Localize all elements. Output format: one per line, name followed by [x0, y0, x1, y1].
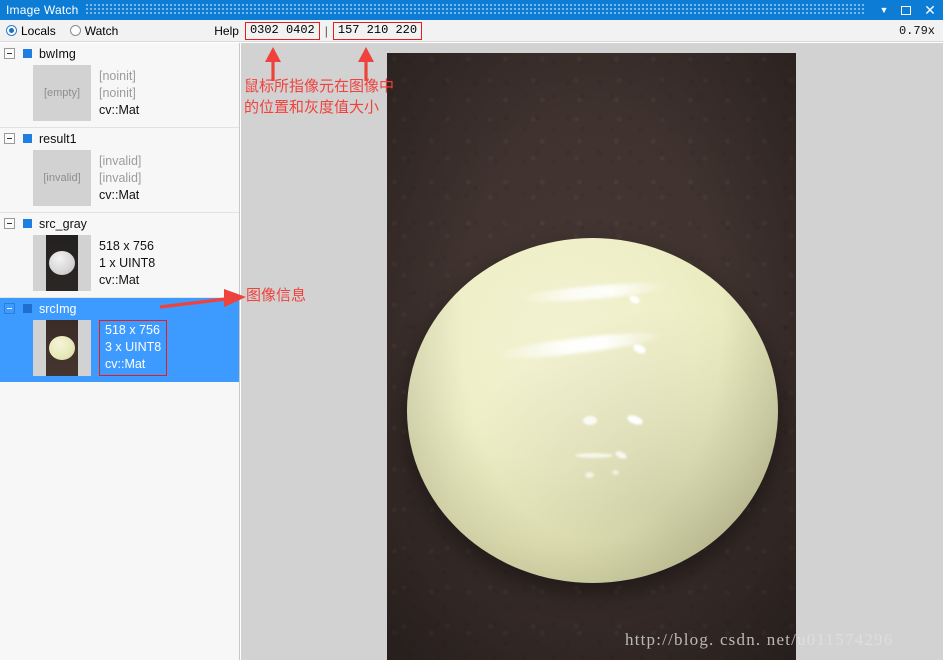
image-viewer[interactable]: http://blog. csdn. net/u011574296: [241, 43, 943, 660]
radio-locals-dot: [6, 25, 17, 36]
tree-node-bwimg[interactable]: bwImg [empty] [noinit] [noinit] cv::Mat: [0, 43, 239, 127]
collapse-icon[interactable]: [4, 218, 15, 229]
meta-line-2: 1 x UINT8: [99, 255, 156, 270]
tree-node-src-gray[interactable]: src_gray 518 x 756 1 x UINT8 cv::Mat: [0, 212, 239, 297]
zoom-level-label: 0.79x: [898, 23, 935, 38]
tree-node-header[interactable]: result1: [0, 128, 239, 149]
collapse-icon[interactable]: [4, 133, 15, 144]
variable-metadata: [noinit] [noinit] cv::Mat: [99, 65, 139, 121]
tree-node-body: 518 x 756 3 x UINT8 cv::Mat: [0, 319, 239, 382]
readout-separator: |: [324, 23, 328, 38]
pixel-values-readout: 157 210 220: [332, 21, 423, 40]
meta-line-3: cv::Mat: [99, 102, 140, 117]
image-watch-window: Image Watch ▼ ✕ Locals Watch Help 0302 0…: [0, 0, 943, 660]
meta-line-1: 518 x 756: [105, 323, 160, 337]
meta-line-3: cv::Mat: [105, 357, 146, 371]
thumbnail-src-gray[interactable]: [33, 235, 91, 291]
tree-node-srcimg[interactable]: srcImg 518 x 756 3 x UINT8 cv::Mat: [0, 297, 239, 382]
image-canvas[interactable]: [387, 53, 796, 660]
image-vignette: [387, 53, 796, 660]
meta-line-1: 518 x 756: [99, 238, 154, 253]
meta-line-3: cv::Mat: [99, 187, 140, 202]
window-titlebar: Image Watch ▼ ✕: [0, 0, 943, 20]
tree-node-result1[interactable]: result1 [invalid] [invalid] [invalid] cv…: [0, 127, 239, 212]
tree-node-body: 518 x 756 1 x UINT8 cv::Mat: [0, 234, 239, 297]
variable-name: bwImg: [39, 46, 76, 61]
thumbnail-srcimg[interactable]: [33, 320, 91, 376]
variable-type-icon: [23, 304, 32, 313]
help-link[interactable]: Help: [214, 24, 239, 38]
meta-line-1: [invalid]: [99, 153, 142, 168]
tree-node-body: [empty] [noinit] [noinit] cv::Mat: [0, 64, 239, 127]
tree-node-body: [invalid] [invalid] [invalid] cv::Mat: [0, 149, 239, 212]
radio-locals-label: Locals: [21, 23, 56, 38]
variable-name: src_gray: [39, 216, 87, 231]
radio-watch-label: Watch: [84, 23, 119, 38]
thumbnail-image: [46, 320, 78, 376]
tree-node-header[interactable]: srcImg: [0, 298, 239, 319]
variable-tree-panel[interactable]: bwImg [empty] [noinit] [noinit] cv::Mat …: [0, 43, 240, 660]
tree-node-header[interactable]: src_gray: [0, 213, 239, 234]
thumbnail-placeholder[interactable]: [invalid]: [33, 150, 91, 206]
annotation-image-info: 图像信息: [246, 286, 307, 304]
variable-metadata: [invalid] [invalid] cv::Mat: [99, 150, 141, 206]
radio-watch[interactable]: Watch: [69, 23, 119, 38]
pixel-coordinates-readout: 0302 0402: [244, 21, 320, 40]
radio-watch-dot: [69, 25, 81, 36]
variable-name: result1: [39, 131, 77, 146]
variable-name: srcImg: [39, 301, 77, 316]
variable-metadata: 518 x 756 3 x UINT8 cv::Mat: [99, 320, 168, 376]
variable-type-icon: [23, 134, 32, 143]
tree-node-header[interactable]: bwImg: [0, 43, 239, 64]
chevron-down-icon[interactable]: ▼: [873, 0, 895, 20]
radio-locals[interactable]: Locals: [6, 24, 56, 38]
thumbnail-egg: [49, 336, 75, 360]
collapse-icon[interactable]: [4, 303, 15, 314]
thumbnail-placeholder[interactable]: [empty]: [33, 65, 91, 121]
collapse-icon[interactable]: [4, 48, 15, 59]
meta-line-1: [noinit]: [99, 68, 136, 83]
annotation-pixel-info: 鼠标所指像元在图像中 的位置和灰度值大小: [244, 77, 395, 116]
titlebar-grip[interactable]: [86, 4, 865, 16]
variable-type-icon: [23, 219, 32, 228]
thumbnail-image: [46, 235, 78, 291]
meta-line-3: cv::Mat: [99, 272, 140, 287]
toolbar: Locals Watch Help 0302 0402 | 157 210 22…: [0, 20, 943, 42]
thumbnail-egg: [49, 251, 75, 275]
window-title: Image Watch: [6, 3, 79, 17]
maximize-icon[interactable]: [895, 0, 917, 20]
meta-line-2: [noinit]: [99, 85, 136, 100]
variable-type-icon: [23, 49, 32, 58]
meta-line-2: 3 x UINT8: [105, 340, 162, 354]
close-icon[interactable]: ✕: [917, 0, 943, 20]
variable-metadata: 518 x 756 1 x UINT8 cv::Mat: [99, 235, 155, 291]
meta-line-2: [invalid]: [99, 170, 142, 185]
